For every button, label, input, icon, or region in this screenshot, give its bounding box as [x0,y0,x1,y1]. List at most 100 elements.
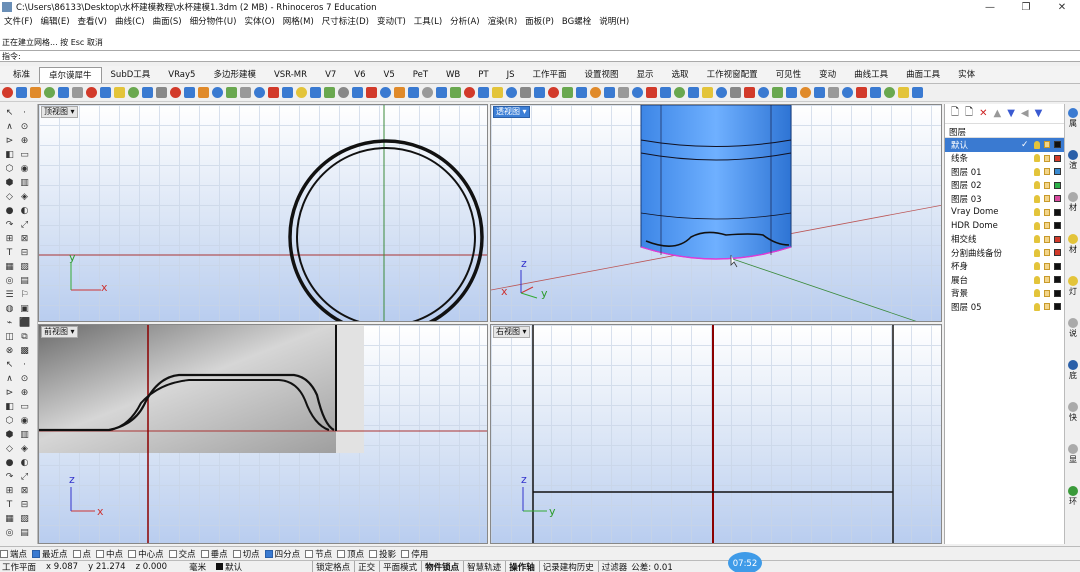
toolbar-tool-icon[interactable] [884,87,895,98]
left-tool-icon[interactable]: ⬛ [19,318,30,329]
toolbar-tool-icon[interactable] [44,87,55,98]
toolbar-tab[interactable]: 卓尔谟犀牛 [39,66,102,83]
lightbulb-icon[interactable] [1034,248,1040,257]
left-tool-icon[interactable]: ◐ [19,458,30,469]
toolbar-tool-icon[interactable] [408,87,419,98]
toolbar-tab[interactable]: 选取 [663,67,698,83]
toolbar-tool-icon[interactable] [716,87,727,98]
layer-row[interactable]: 图层 05 [945,300,1064,314]
side-tab[interactable]: 显 [1066,444,1080,465]
layer-color-swatch[interactable] [1054,262,1061,270]
minimize-button[interactable]: — [972,2,1008,13]
status-toggle-button[interactable]: 智慧轨迹 [463,560,501,572]
toolbar-tool-icon[interactable] [184,87,195,98]
lock-icon[interactable] [1044,222,1050,230]
toolbar-tool-icon[interactable] [464,87,475,98]
layer-color-swatch[interactable] [1054,249,1061,257]
osnap-option[interactable]: 垂点 [200,548,228,560]
side-tab[interactable]: 底 [1066,360,1080,381]
left-tool-icon[interactable]: ▥ [19,430,30,441]
lightbulb-icon[interactable] [1034,289,1040,298]
osnap-checkbox[interactable] [264,549,273,558]
left-tool-icon[interactable]: ⧉ [19,332,30,343]
left-tool-icon[interactable]: ▨ [19,514,30,525]
osnap-option[interactable]: 交点 [168,548,196,560]
osnap-checkbox[interactable] [96,549,105,558]
osnap-option[interactable]: 中心点 [128,548,164,560]
toolbar-tab[interactable]: 标准 [4,67,39,83]
toolbar-tool-icon[interactable] [478,87,489,98]
layer-row[interactable]: 相交线 [945,233,1064,247]
toolbar-tool-icon[interactable] [226,87,237,98]
toolbar-tool-icon[interactable] [800,87,811,98]
left-tool-icon[interactable]: ⊕ [19,388,30,399]
new-layer-icon[interactable]: 🗋 [951,105,959,122]
left-tool-icon[interactable]: ⬢ [4,178,15,189]
left-tool-icon[interactable]: ↷ [4,472,15,483]
toolbar-tool-icon[interactable] [156,87,167,98]
viewport-label[interactable]: 前视图 ▾ [41,326,78,338]
toolbar-tool-icon[interactable] [814,87,825,98]
toolbar-tool-icon[interactable] [912,87,923,98]
layer-row[interactable]: HDR Dome [945,219,1064,233]
left-tool-icon[interactable]: ▤ [19,528,30,539]
status-toggle-button[interactable]: 过滤器 [597,560,627,572]
toolbar-tool-icon[interactable] [842,87,853,98]
lightbulb-icon[interactable] [1034,194,1040,203]
osnap-checkbox[interactable] [128,549,137,558]
layer-color-swatch[interactable] [1054,208,1061,216]
lightbulb-icon[interactable] [1034,167,1040,176]
left-tool-icon[interactable]: ↖ [4,360,15,371]
layer-row[interactable]: 背景 [945,287,1064,301]
toolbar-tab[interactable]: V7 [316,67,345,83]
menu-item[interactable]: 说明(H) [595,15,633,27]
left-tool-icon[interactable]: ◐ [19,206,30,217]
toolbar-tool-icon[interactable] [828,87,839,98]
osnap-checkbox[interactable] [32,549,41,558]
osnap-checkbox[interactable] [305,549,314,558]
lock-icon[interactable] [1044,276,1050,284]
left-tool-icon[interactable]: ⬡ [4,164,15,175]
lightbulb-icon[interactable] [1034,221,1040,230]
left-tool-icon[interactable]: ⊙ [19,374,30,385]
left-tool-icon[interactable]: ◉ [19,416,30,427]
left-tool-icon[interactable]: ⊠ [19,486,30,497]
toolbar-tab[interactable]: 工作视窗配置 [698,67,767,83]
left-tool-icon[interactable]: ▩ [19,346,30,357]
layer-row[interactable]: 杯身 [945,260,1064,274]
toolbar-tool-icon[interactable] [58,87,69,98]
left-tool-icon[interactable]: ◫ [4,332,15,343]
toolbar-tool-icon[interactable] [758,87,769,98]
toolbar-tool-icon[interactable] [142,87,153,98]
toolbar-tool-icon[interactable] [660,87,671,98]
layer-row[interactable]: 图层 03 [945,192,1064,206]
toolbar-tool-icon[interactable] [772,87,783,98]
toolbar-tool-icon[interactable] [422,87,433,98]
toolbar-tool-icon[interactable] [338,87,349,98]
menu-item[interactable]: 查看(V) [74,15,111,27]
left-tool-icon[interactable]: ⊙ [19,122,30,133]
left-tool-icon[interactable]: ⚐ [19,290,30,301]
toolbar-tool-icon[interactable] [282,87,293,98]
status-toggle-button[interactable]: 正交 [354,560,375,572]
lock-icon[interactable] [1044,235,1050,243]
toolbar-tool-icon[interactable] [352,87,363,98]
toolbar-tab[interactable]: JS [498,67,524,83]
layer-color-swatch[interactable] [1054,289,1061,297]
toolbar-tool-icon[interactable] [576,87,587,98]
toolbar-tool-icon[interactable] [632,87,643,98]
menu-item[interactable]: 编辑(E) [37,15,74,27]
layer-color-swatch[interactable] [1054,276,1061,284]
toolbar-tool-icon[interactable] [2,87,13,98]
toolbar-tool-icon[interactable] [268,87,279,98]
side-tab[interactable]: 环 [1066,486,1080,507]
menu-item[interactable]: 细分物件(U) [186,15,241,27]
viewport-front[interactable]: 前视图 ▾ z x [38,324,488,544]
layer-color-swatch[interactable] [1054,168,1061,176]
menu-item[interactable]: 渲染(R) [484,15,522,27]
toolbar-tool-icon[interactable] [170,87,181,98]
layer-row[interactable]: 默认 ✓ [945,138,1064,152]
lock-icon[interactable] [1044,303,1050,311]
side-tab[interactable]: 快 [1066,402,1080,423]
toolbar-tab[interactable]: 工作平面 [524,67,576,83]
